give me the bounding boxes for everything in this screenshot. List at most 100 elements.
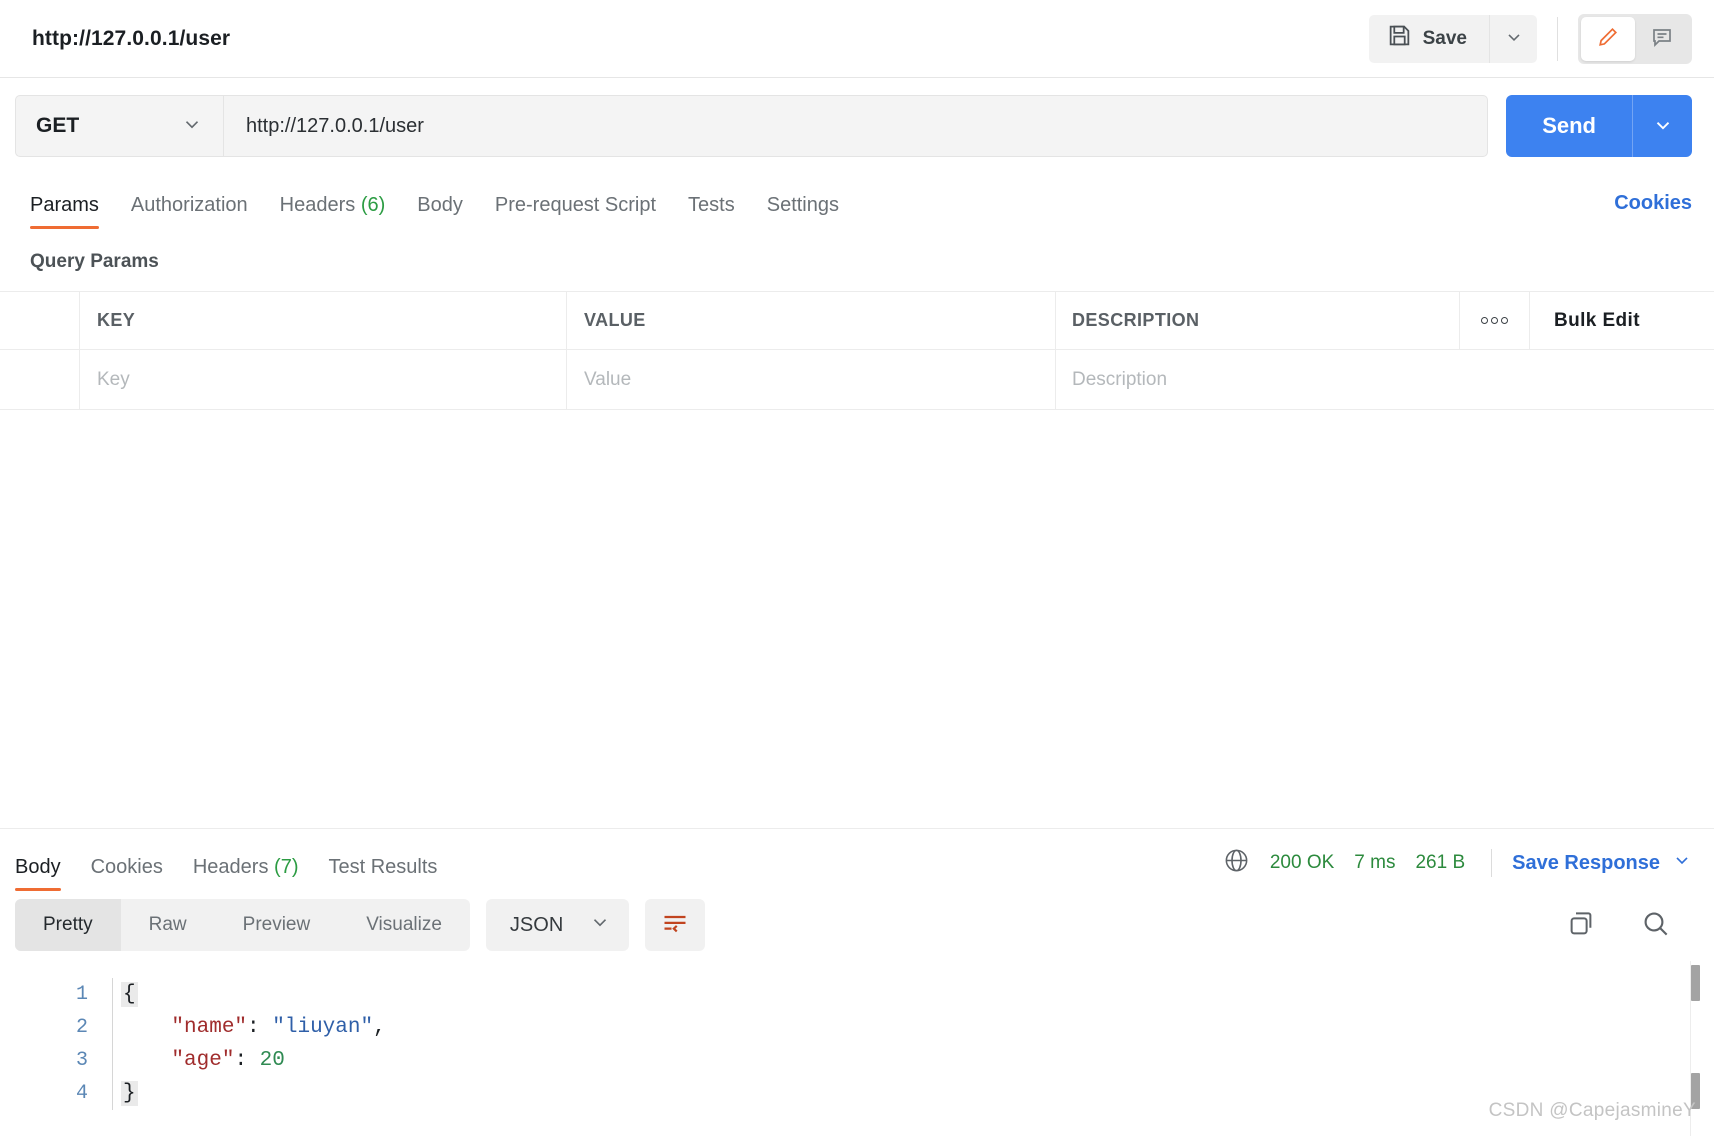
code-line: 1 { [0, 978, 1714, 1011]
search-response-button[interactable] [1640, 908, 1672, 943]
query-params-title: Query Params [30, 251, 159, 272]
tab-label: Body [15, 856, 61, 878]
top-bar: http://127.0.0.1/user Save [0, 0, 1714, 78]
response-tab-cookies[interactable]: Cookies [91, 857, 185, 891]
tab-count-badge: (7) [274, 856, 299, 878]
code-token-brace: { [121, 982, 138, 1007]
code-token-comma: , [373, 1016, 386, 1039]
globe-icon [1223, 847, 1250, 879]
http-method-select[interactable]: GET [15, 95, 223, 157]
copy-response-button[interactable] [1566, 909, 1596, 942]
floppy-disk-icon [1387, 23, 1412, 54]
param-value-input[interactable]: Value [567, 350, 1056, 409]
code-line: 4 } [0, 1077, 1714, 1110]
view-mode-toggle [1578, 13, 1692, 64]
comment-mode-button[interactable] [1635, 17, 1689, 61]
header-checkbox-cell [0, 292, 80, 349]
param-description-input[interactable]: Description [1056, 350, 1714, 409]
response-meta: 200 OK 7 ms 261 B Save Response [1223, 847, 1692, 891]
chevron-down-icon [1672, 850, 1692, 876]
code-token-string: "liuyan" [272, 1016, 374, 1039]
header-key: KEY [80, 292, 567, 349]
comment-icon [1650, 25, 1674, 52]
ellipsis-icon [1481, 317, 1508, 324]
response-pane: Body Cookies Headers (7) Test Results 20… [0, 828, 1714, 1136]
bulk-edit-button[interactable]: Bulk Edit [1530, 292, 1714, 349]
view-preview-button[interactable]: Preview [215, 899, 339, 951]
send-button[interactable]: Send [1506, 95, 1632, 157]
word-wrap-icon [661, 910, 689, 941]
watermark: CSDN @CapejasmineY [1488, 1100, 1696, 1121]
table-options-button[interactable] [1460, 292, 1530, 349]
code-token-key: "name" [171, 1016, 248, 1039]
line-number: 1 [75, 983, 88, 1006]
cookies-link[interactable]: Cookies [1614, 192, 1692, 229]
code-token-brace: } [121, 1081, 138, 1106]
code-scrollbar-thumb-top [1691, 965, 1700, 1001]
code-token-colon: : [234, 1049, 260, 1072]
postman-request-window: http://127.0.0.1/user Save GET http://12… [0, 0, 1714, 1136]
save-button[interactable]: Save [1368, 14, 1489, 63]
response-view-bar: Pretty Raw Preview Visualize JSON [0, 891, 1714, 961]
request-body-empty-area [0, 410, 1714, 828]
word-wrap-button[interactable] [645, 899, 706, 951]
tab-headers[interactable]: Headers (6) [280, 195, 412, 229]
edit-mode-button[interactable] [1581, 16, 1635, 61]
save-response-button[interactable]: Save Response [1512, 850, 1692, 876]
code-token-key: "age" [171, 1049, 235, 1072]
response-size: 261 B [1415, 852, 1466, 873]
tab-params[interactable]: Params [30, 195, 125, 229]
param-key-input[interactable]: Key [80, 350, 567, 409]
table-header-row: KEY VALUE DESCRIPTION Bulk Edit [0, 292, 1714, 350]
view-raw-button[interactable]: Raw [121, 899, 215, 951]
search-icon [1640, 908, 1672, 943]
pencil-icon [1596, 25, 1620, 52]
tab-tests[interactable]: Tests [688, 195, 761, 229]
tab-label: Test Results [328, 856, 438, 878]
code-line-text: "name": "liuyan", [113, 1011, 386, 1044]
page-title: http://127.0.0.1/user [32, 26, 231, 50]
chevron-down-icon [589, 911, 611, 939]
header-description: DESCRIPTION [1056, 292, 1460, 349]
response-tab-headers[interactable]: Headers (7) [193, 857, 321, 891]
tab-label: Authorization [130, 194, 248, 216]
url-input[interactable]: http://127.0.0.1/user [223, 95, 1489, 157]
send-button-group: Send [1506, 95, 1692, 157]
view-pretty-button[interactable]: Pretty [15, 899, 121, 951]
response-time: 7 ms [1354, 852, 1396, 873]
line-number: 3 [75, 1049, 88, 1072]
response-body-code[interactable]: 1 { 2 "name": "liuyan", 3 "age": 20 4 } [0, 961, 1714, 1136]
row-checkbox[interactable] [0, 350, 80, 409]
toolbar-divider [1557, 16, 1558, 61]
response-language-select[interactable]: JSON [485, 899, 630, 951]
http-method-value: GET [36, 114, 80, 137]
tab-label: Params [30, 194, 99, 216]
code-token-colon: : [247, 1016, 273, 1039]
tab-count-badge: (6) [360, 194, 386, 216]
tab-pre-request-script[interactable]: Pre-request Script [495, 195, 682, 229]
save-button-group: Save [1368, 14, 1537, 63]
code-line: 2 "name": "liuyan", [0, 1011, 1714, 1044]
tab-label: Cookies [90, 856, 163, 878]
top-bar-actions: Save [1368, 13, 1692, 64]
tab-label: Headers [279, 194, 356, 216]
tab-authorization[interactable]: Authorization [131, 195, 274, 229]
response-tab-body[interactable]: Body [15, 857, 83, 891]
response-actions [1566, 908, 1692, 943]
response-format-toggle: Pretty Raw Preview Visualize [15, 899, 470, 951]
response-tab-bar: Body Cookies Headers (7) Test Results 20… [0, 829, 1714, 891]
tab-label: Settings [766, 194, 839, 216]
tab-settings[interactable]: Settings [767, 195, 865, 229]
view-visualize-button[interactable]: Visualize [338, 899, 470, 951]
tab-body[interactable]: Body [417, 195, 489, 229]
code-line-text: { [113, 978, 138, 1011]
send-options-button[interactable] [1632, 95, 1692, 157]
chevron-down-icon [1504, 27, 1524, 50]
tab-label: Tests [688, 194, 735, 216]
save-options-button[interactable] [1489, 14, 1537, 63]
tab-label: Headers [192, 856, 269, 878]
chevron-down-icon [1652, 114, 1674, 139]
status-badge: 200 OK [1269, 852, 1335, 873]
save-response-label: Save Response [1512, 851, 1660, 874]
response-tab-test-results[interactable]: Test Results [328, 857, 459, 891]
